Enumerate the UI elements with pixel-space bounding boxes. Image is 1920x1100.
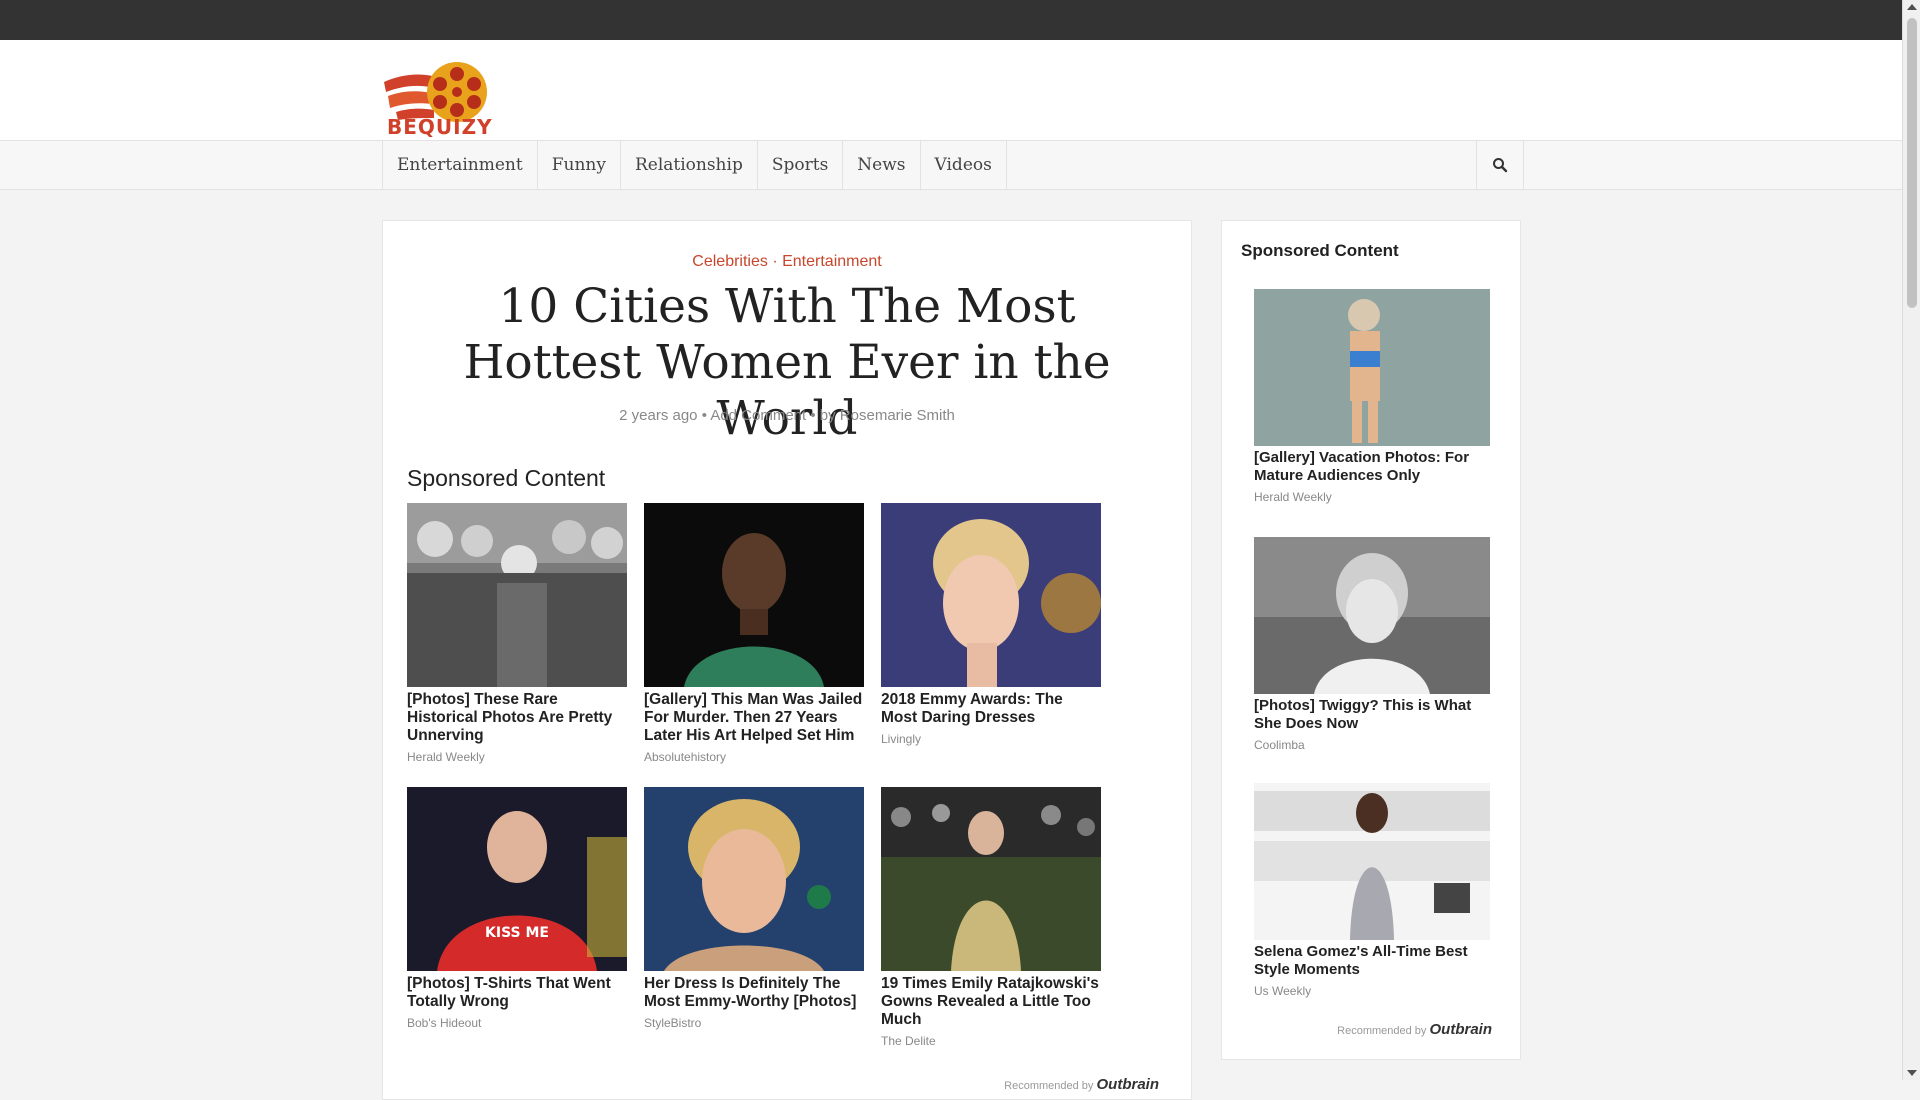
sidebar-title[interactable]: Selena Gomez's All-Time Best Style Momen… <box>1254 943 1490 979</box>
meta-separator: • <box>810 407 816 424</box>
recommended-label: Recommended by <box>1004 1080 1094 1092</box>
sponsored-card[interactable]: 2018 Emmy Awards: The Most Daring Dresse… <box>881 503 1101 746</box>
add-comment-link[interactable]: Add Comment <box>710 407 806 424</box>
sidebar-thumbnail[interactable] <box>1254 289 1490 446</box>
outbrain-logo: Outbrain <box>1429 1021 1493 1038</box>
scroll-up-icon[interactable] <box>1907 4 1917 10</box>
sponsored-source: StyleBistro <box>644 1016 702 1030</box>
category-links: Celebrities · Entertainment <box>383 253 1191 271</box>
sidebar-title[interactable]: [Photos] Twiggy? This is What She Does N… <box>1254 697 1490 733</box>
sponsored-source: Absolutehistory <box>644 750 727 764</box>
sidebar-card[interactable]: [Photos] Twiggy? This is What She Does N… <box>1254 537 1490 752</box>
outbrain-attribution[interactable]: Recommended by Outbrain <box>1337 1021 1492 1038</box>
sponsored-source: Herald Weekly <box>407 750 485 764</box>
search-icon <box>1493 158 1508 173</box>
article-time: 2 years ago <box>619 407 698 424</box>
nav-item-entertainment[interactable]: Entertainment <box>383 141 538 189</box>
sponsored-thumbnail[interactable] <box>644 787 864 971</box>
nav-item-videos[interactable]: Videos <box>921 141 1007 189</box>
sponsored-title[interactable]: [Photos] T-Shirts That Went Totally Wron… <box>407 975 627 1011</box>
category-celebrities[interactable]: Celebrities <box>692 253 768 270</box>
sidebar-heading: Sponsored Content <box>1241 241 1399 260</box>
outbrain-logo: Outbrain <box>1096 1076 1160 1093</box>
author-link[interactable]: by Rosemarie Smith <box>820 407 955 424</box>
sponsored-title[interactable]: Her Dress Is Definitely The Most Emmy-Wo… <box>644 975 864 1011</box>
outbrain-attribution[interactable]: Recommended by Outbrain <box>1004 1076 1159 1093</box>
sidebar-card[interactable]: Selena Gomez's All-Time Best Style Momen… <box>1254 783 1490 998</box>
sponsored-title[interactable]: 19 Times Emily Ratajkowski's Gowns Revea… <box>881 975 1101 1029</box>
sponsored-source: The Delite <box>881 1034 936 1048</box>
sponsored-title[interactable]: 2018 Emmy Awards: The Most Daring Dresse… <box>881 691 1101 727</box>
meta-separator: • <box>701 407 707 424</box>
sponsored-heading: Sponsored Content <box>407 465 606 491</box>
sidebar-source: Herald Weekly <box>1254 490 1332 504</box>
sponsored-card[interactable]: 19 Times Emily Ratajkowski's Gowns Revea… <box>881 787 1101 1048</box>
recommended-label: Recommended by <box>1337 1025 1427 1037</box>
scrollbar-thumb[interactable] <box>1907 18 1917 308</box>
sponsored-title[interactable]: [Gallery] This Man Was Jailed For Murder… <box>644 691 864 745</box>
logo-text: BEQUIZY <box>387 115 493 139</box>
sidebar-card[interactable]: [Gallery] Vacation Photos: For Mature Au… <box>1254 289 1490 504</box>
sponsored-card[interactable]: Her Dress Is Definitely The Most Emmy-Wo… <box>644 787 864 1030</box>
sidebar-sponsored: Sponsored Content [Gallery] Vacation Pho… <box>1221 220 1521 1060</box>
nav-item-news[interactable]: News <box>843 141 921 189</box>
sponsored-thumbnail[interactable] <box>881 503 1101 687</box>
sponsored-thumbnail[interactable] <box>881 787 1101 971</box>
vertical-scrollbar[interactable] <box>1902 0 1920 1080</box>
sidebar-thumbnail[interactable] <box>1254 783 1490 940</box>
sponsored-card[interactable]: [Photos] These Rare Historical Photos Ar… <box>407 503 627 764</box>
nav-item-relationship[interactable]: Relationship <box>621 141 758 189</box>
sponsored-card[interactable]: KISS ME [Photos] T-Shirts That Went Tota… <box>407 787 627 1030</box>
sidebar-thumbnail[interactable] <box>1254 537 1490 694</box>
sponsored-source: Livingly <box>881 732 922 746</box>
site-header <box>0 40 1902 140</box>
sidebar-title[interactable]: [Gallery] Vacation Photos: For Mature Au… <box>1254 449 1490 485</box>
nav-item-sports[interactable]: Sports <box>758 141 844 189</box>
category-separator: · <box>772 253 778 270</box>
svg-text:KISS ME: KISS ME <box>485 925 549 941</box>
sidebar-source: Us Weekly <box>1254 984 1312 998</box>
sidebar-source: Coolimba <box>1254 738 1305 752</box>
sponsored-card[interactable]: [Gallery] This Man Was Jailed For Murder… <box>644 503 864 764</box>
sponsored-thumbnail[interactable] <box>407 503 627 687</box>
article-container: Celebrities · Entertainment 10 Cities Wi… <box>382 220 1192 1100</box>
article-meta: 2 years ago • Add Comment • by Rosemarie… <box>383 407 1191 424</box>
top-bar <box>0 0 1902 40</box>
nav-item-funny[interactable]: Funny <box>538 141 621 189</box>
category-entertainment[interactable]: Entertainment <box>782 253 882 270</box>
sponsored-thumbnail[interactable] <box>644 503 864 687</box>
sponsored-title[interactable]: [Photos] These Rare Historical Photos Ar… <box>407 691 627 745</box>
main-navigation: Entertainment Funny Relationship Sports … <box>0 140 1902 190</box>
search-button[interactable] <box>1476 141 1524 189</box>
sponsored-thumbnail[interactable]: KISS ME <box>407 787 627 971</box>
sponsored-source: Bob's Hideout <box>407 1016 482 1030</box>
scroll-down-icon[interactable] <box>1907 1070 1917 1076</box>
